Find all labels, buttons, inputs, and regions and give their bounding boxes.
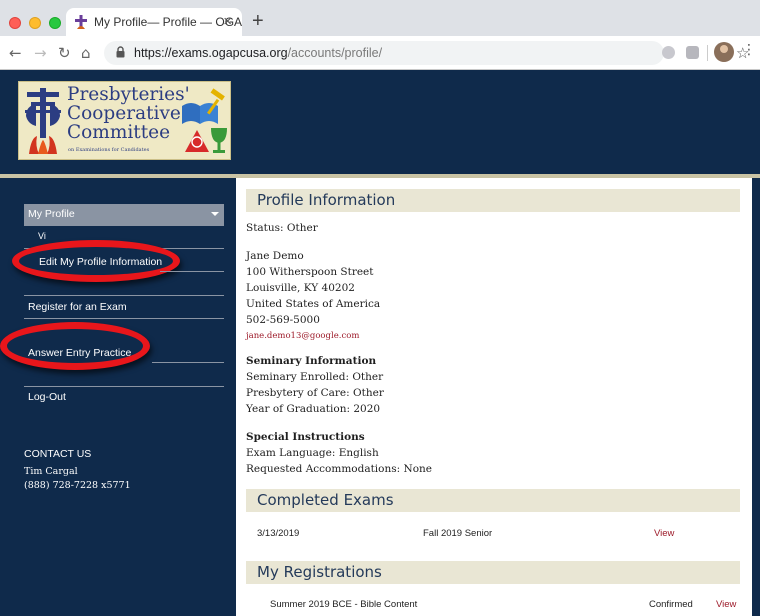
extension-icon[interactable] <box>662 46 675 59</box>
sidebar: My Profile Vi Edit My Profile Informatio… <box>0 178 236 616</box>
logo-line-1: Presbyteries' <box>67 84 190 105</box>
main-content: Profile Information Status: Other Jane D… <box>236 178 752 616</box>
exam-name: Fall 2019 Senior <box>423 528 493 539</box>
sidebar-item-my-profile[interactable]: My Profile <box>24 204 224 226</box>
menu-divider <box>24 386 224 387</box>
seminary-heading: Seminary Information <box>246 355 377 367</box>
address-country: United States of America <box>246 298 381 310</box>
presbytery-of-care: Presbytery of Care: Other <box>246 387 384 399</box>
toolbar-divider <box>707 45 708 61</box>
menu-divider <box>24 318 224 319</box>
address-bar[interactable]: https://exams.ogapcusa.org/accounts/prof… <box>104 41 749 65</box>
page-edge <box>752 178 760 616</box>
address-city: Louisville, KY 40202 <box>246 282 355 294</box>
seminary-enrolled: Seminary Enrolled: Other <box>246 371 384 383</box>
logo-symbols-icon <box>182 88 227 153</box>
favicon-icon <box>75 15 87 29</box>
close-window-button[interactable] <box>9 17 21 29</box>
logo-text: Presbyteries' Cooperative Committee <box>67 85 190 142</box>
logo-subtitle: on Examinations for Candidates <box>68 147 150 153</box>
registration-status: Confirmed <box>649 599 693 610</box>
browser-chrome: My Profile— Profile — OGA × + ← → ↻ ⌂ ht… <box>0 0 760 70</box>
section-title: Completed Exams <box>257 491 394 509</box>
maximize-window-button[interactable] <box>49 17 61 29</box>
contact-phone: (888) 728-7228 x5771 <box>24 480 131 491</box>
sidebar-item-logout[interactable]: Log-Out <box>28 391 66 403</box>
registration-exam: Summer 2019 BCE - Bible Content <box>270 599 418 610</box>
email-link[interactable]: jane.demo13@google.com <box>246 331 359 341</box>
profile-avatar[interactable] <box>714 42 734 62</box>
tab-bar: My Profile— Profile — OGA × + <box>0 0 760 36</box>
sidebar-item-label: My Profile <box>28 208 75 220</box>
menu-divider <box>152 362 224 363</box>
drive-icon[interactable] <box>686 46 699 59</box>
sidebar-item-register[interactable]: Register for an Exam <box>28 301 127 313</box>
requested-accommodations: Requested Accommodations: None <box>246 463 432 475</box>
sidebar-subitem-partial[interactable]: Vi <box>38 231 46 241</box>
view-exam-link[interactable]: View <box>654 528 674 539</box>
address-street: 100 Witherspoon Street <box>246 266 374 278</box>
presbyterian-seal-icon <box>25 88 61 154</box>
tab-title: My Profile— Profile — OGA <box>94 15 243 29</box>
sidebar-item-answer-practice[interactable]: Answer Entry Practice <box>28 347 131 359</box>
menu-divider <box>24 295 224 296</box>
registrations-header: My Registrations <box>246 561 740 584</box>
exam-date: 3/13/2019 <box>257 528 300 539</box>
section-title: Profile Information <box>257 191 396 209</box>
exam-language: Exam Language: English <box>246 447 379 459</box>
forward-icon[interactable]: → <box>34 44 47 62</box>
sidebar-item-edit-profile[interactable]: Edit My Profile Information <box>39 256 162 268</box>
tab-close-icon[interactable]: × <box>223 13 232 30</box>
browser-toolbar: ← → ↻ ⌂ https://exams.ogapcusa.org/accou… <box>0 36 760 70</box>
url-path: /accounts/profile/ <box>287 46 383 60</box>
new-tab-button[interactable]: + <box>252 10 264 33</box>
phone-number: 502-569-5000 <box>246 314 320 326</box>
graduation-year: Year of Graduation: 2020 <box>246 403 381 415</box>
highlight-circle <box>0 322 150 370</box>
url-text: https://exams.ogapcusa.org/accounts/prof… <box>134 46 382 60</box>
completed-exams-header: Completed Exams <box>246 489 740 512</box>
profile-section-header: Profile Information <box>246 189 740 212</box>
profile-name: Jane Demo <box>246 250 304 262</box>
view-registration-link[interactable]: View <box>716 599 736 610</box>
minimize-window-button[interactable] <box>29 17 41 29</box>
home-icon[interactable]: ⌂ <box>81 44 91 62</box>
reload-icon[interactable]: ↻ <box>58 44 71 62</box>
browser-tab[interactable]: My Profile— Profile — OGA × <box>66 8 242 36</box>
contact-name: Tim Cargal <box>24 466 78 477</box>
menu-divider <box>160 271 224 272</box>
url-domain: https://exams.ogapcusa.org <box>134 46 288 60</box>
contact-heading: CONTACT US <box>24 448 92 460</box>
chevron-down-icon <box>211 212 219 216</box>
logo-line-2: Cooperative <box>67 103 181 124</box>
site-header: Presbyteries' Cooperative Committee on E… <box>0 70 760 174</box>
special-instructions-heading: Special Instructions <box>246 431 365 443</box>
section-title: My Registrations <box>257 563 382 581</box>
status-text: Status: Other <box>246 222 318 234</box>
back-icon[interactable]: ← <box>9 44 22 62</box>
logo-line-3: Committee <box>67 122 171 143</box>
logo[interactable]: Presbyteries' Cooperative Committee on E… <box>18 81 231 160</box>
menu-icon[interactable]: ⋮ <box>742 42 756 58</box>
lock-icon <box>116 46 125 58</box>
